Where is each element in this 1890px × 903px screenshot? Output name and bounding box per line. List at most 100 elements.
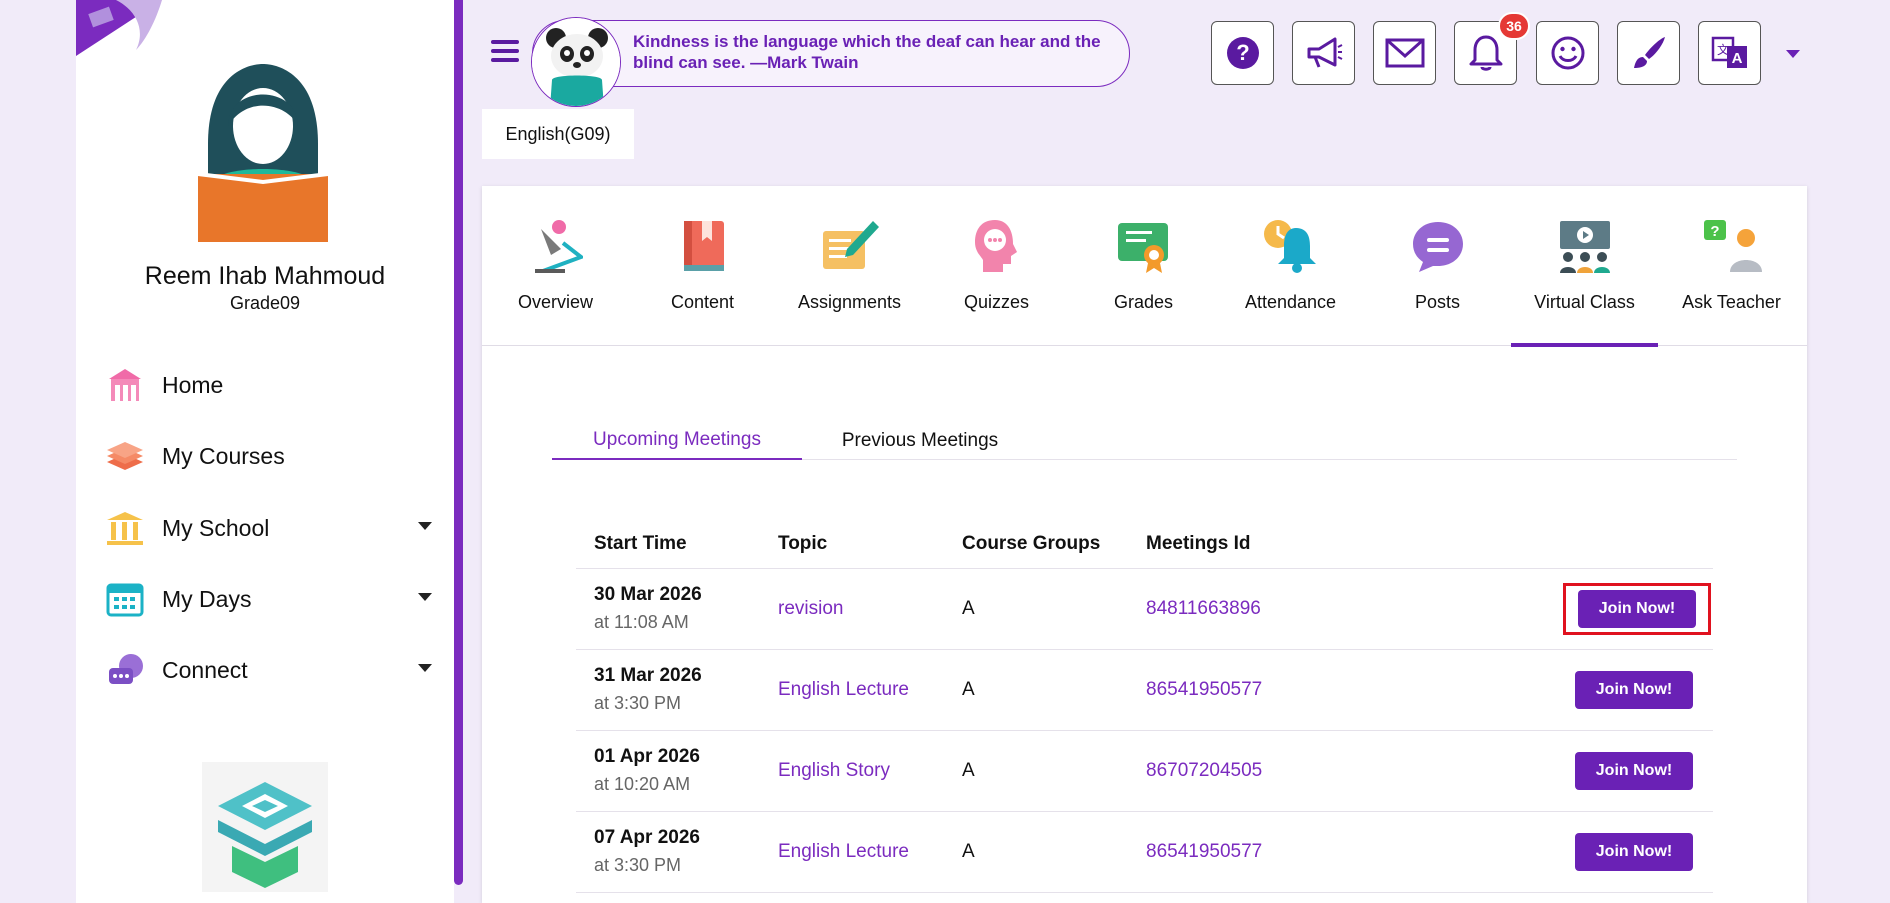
meeting-date: 30 Mar 2026: [594, 584, 702, 605]
tab-grades[interactable]: Grades: [1070, 186, 1217, 346]
calendar-icon: [104, 578, 146, 620]
question-person-icon: ?: [1702, 218, 1762, 274]
subtab-previous-meetings[interactable]: Previous Meetings: [820, 422, 1020, 460]
school-logo: [202, 762, 328, 892]
svg-text:A: A: [1731, 50, 1742, 67]
meeting-id-link[interactable]: 86707204505: [1146, 760, 1262, 781]
tab-label: Grades: [1113, 292, 1174, 312]
meeting-topic-link[interactable]: revision: [778, 598, 843, 619]
meeting-time: at 3:30 PM: [594, 693, 682, 713]
meeting-time: at 11:08 AM: [594, 612, 689, 632]
desk-lamp-icon: [526, 218, 586, 274]
tab-content[interactable]: Content: [629, 186, 776, 346]
sidebar-item-connect[interactable]: Connect: [104, 644, 444, 696]
meeting-id-link[interactable]: 86541950577: [1146, 679, 1262, 700]
chevron-down-icon[interactable]: [418, 522, 432, 530]
translate-icon: 文A: [1711, 36, 1747, 68]
notifications-button[interactable]: 36: [1454, 12, 1530, 85]
chevron-down-icon[interactable]: [418, 664, 432, 672]
mail-button[interactable]: [1373, 21, 1436, 85]
user-grade: Grade09: [229, 293, 301, 313]
help-icon: ?: [1226, 37, 1259, 69]
chevron-down-icon[interactable]: [1786, 50, 1800, 58]
tab-quizzes[interactable]: Quizzes: [923, 186, 1070, 346]
sidebar-scrollbar[interactable]: [454, 0, 463, 885]
column-header-action: [1348, 520, 1713, 569]
subtab-upcoming-meetings[interactable]: Upcoming Meetings: [552, 422, 802, 460]
smiley-icon: [1551, 36, 1584, 70]
sidebar-item-my-school[interactable]: My School: [104, 502, 444, 554]
megaphone-icon: [1307, 37, 1342, 68]
sidebar-item-home[interactable]: Home: [104, 359, 444, 411]
meeting-time: at 10:20 AM: [594, 774, 691, 794]
active-tab-indicator: [1511, 343, 1658, 347]
join-now-button[interactable]: Join Now!: [1575, 832, 1693, 871]
tab-assignments[interactable]: Assignments: [776, 186, 923, 346]
sidebar-item-my-days[interactable]: My Days: [104, 573, 444, 625]
table-header-row: Start Time Topic Course Groups Meetings …: [576, 520, 1713, 569]
tab-label: Attendance: [1244, 292, 1337, 312]
meeting-date: 07 Apr 2026: [594, 827, 700, 848]
book-icon: [673, 218, 733, 274]
start-time-cell: 30 Mar 2026 at 11:08 AM: [576, 568, 760, 650]
bell-icon: [1469, 35, 1502, 71]
start-time-cell: 01 Apr 2026 at 10:20 AM: [576, 730, 760, 812]
table-row: 01 Apr 2026 at 10:20 AM English Story A …: [576, 730, 1713, 812]
meeting-topic-link[interactable]: English Lecture: [778, 679, 909, 700]
start-time-cell: 31 Mar 2026 at 3:30 PM: [576, 649, 760, 731]
tab-label: Virtual Class: [1534, 292, 1635, 312]
quote-banner: Kindness is the language which the deaf …: [531, 17, 1130, 107]
column-header-start-time: Start Time: [576, 520, 760, 569]
table-row: 30 Mar 2026 at 11:08 AM revision A 84811…: [576, 568, 1713, 650]
meetings-table: Start Time Topic Course Groups Meetings …: [576, 520, 1713, 893]
thinking-head-icon: [967, 218, 1027, 274]
sidebar-item-label: Connect: [162, 656, 248, 683]
meeting-topic-link[interactable]: English Story: [778, 760, 890, 781]
tab-label: Assignments: [797, 292, 902, 312]
avatar: [197, 64, 329, 242]
sidebar-item-my-courses[interactable]: My Courses: [104, 430, 444, 482]
join-now-button[interactable]: Join Now!: [1575, 751, 1693, 790]
column-header-topic: Topic: [760, 520, 944, 569]
menu-toggle-icon[interactable]: [491, 40, 519, 64]
sidebar-item-label: My Courses: [162, 442, 285, 469]
meeting-group: A: [962, 678, 975, 700]
meeting-group: A: [962, 597, 975, 619]
course-panel: Overview Content Assignments Quizzes Gra…: [482, 186, 1807, 903]
meetings-subtabs: Upcoming Meetings Previous Meetings: [552, 422, 1737, 460]
speech-bubble-icon: [1408, 218, 1468, 274]
tab-attendance[interactable]: Attendance: [1217, 186, 1364, 346]
meeting-id-link[interactable]: 84811663896: [1146, 598, 1261, 619]
meeting-date: 31 Mar 2026: [594, 665, 702, 686]
meeting-time: at 3:30 PM: [594, 855, 682, 875]
join-now-button[interactable]: Join Now!: [1575, 670, 1693, 709]
tab-label: Content: [670, 292, 735, 312]
mail-icon: [1385, 38, 1424, 68]
panda-mascot-icon: [531, 17, 621, 107]
sidebar-item-label: My Days: [162, 585, 252, 612]
tab-label: Quizzes: [963, 292, 1030, 312]
tab-ask-teacher[interactable]: ? Ask Teacher: [1658, 186, 1805, 346]
meeting-topic-link[interactable]: English Lecture: [778, 841, 909, 862]
announcements-button[interactable]: [1292, 21, 1355, 85]
mood-button[interactable]: [1536, 21, 1599, 85]
theme-button[interactable]: [1617, 21, 1680, 85]
start-time-cell: 07 Apr 2026 at 3:30 PM: [576, 811, 760, 893]
pen-paper-icon: [820, 218, 880, 274]
join-now-button[interactable]: Join Now!: [1578, 589, 1696, 628]
tab-overview[interactable]: Overview: [482, 186, 629, 346]
quote-text: Kindness is the language which the deaf …: [633, 32, 1101, 72]
meeting-id-link[interactable]: 86541950577: [1146, 841, 1262, 862]
user-name: Reem Ihab Mahmoud: [144, 262, 386, 290]
language-button[interactable]: 文A: [1698, 21, 1761, 85]
virtual-class-icon: [1555, 218, 1615, 274]
brush-icon: [1633, 37, 1665, 68]
chevron-down-icon[interactable]: [418, 593, 432, 601]
help-button[interactable]: ?: [1211, 21, 1274, 85]
tab-posts[interactable]: Posts: [1364, 186, 1511, 346]
course-tabs: Overview Content Assignments Quizzes Gra…: [482, 186, 1807, 347]
tab-label: Ask Teacher: [1682, 292, 1781, 312]
course-title: English(G09): [482, 109, 634, 159]
tab-virtual-class[interactable]: Virtual Class: [1511, 186, 1658, 347]
highlight-box: Join Now!: [1563, 582, 1711, 635]
